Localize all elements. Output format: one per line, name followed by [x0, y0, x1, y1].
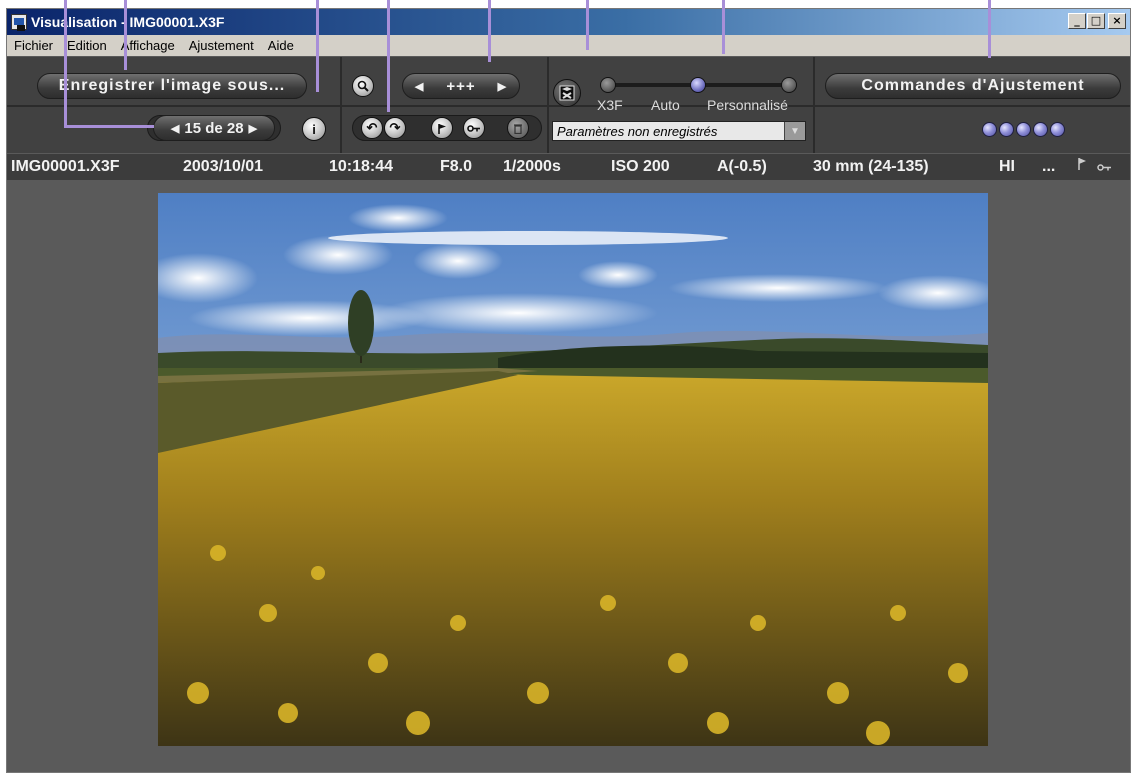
rating-dot[interactable]: [1016, 122, 1031, 137]
window-controls: _ □ ×: [1068, 13, 1126, 29]
zoom-control[interactable]: ◀ +++ ▶: [402, 73, 520, 99]
prev-image-icon[interactable]: ◀: [171, 122, 179, 135]
rating-dot[interactable]: [999, 122, 1014, 137]
adjustment-controls-button[interactable]: Commandes d'Ajustement: [825, 73, 1121, 99]
title-bar[interactable]: Visualisation - IMG00001.X3F _ □ ×: [7, 9, 1130, 35]
mode-slider-stop-x3f[interactable]: [600, 77, 616, 93]
info-time: 10:18:44: [329, 158, 394, 175]
info-focal-length: 30 mm (24-135): [813, 158, 929, 175]
menu-edition[interactable]: Edition: [60, 38, 114, 53]
menu-aide[interactable]: Aide: [261, 38, 301, 53]
chevron-down-icon[interactable]: ▼: [784, 122, 805, 140]
toolbar-divider: [547, 57, 549, 153]
mode-label-auto: Auto: [651, 97, 680, 113]
zoom-level: +++: [446, 77, 476, 95]
app-icon: [11, 14, 27, 31]
image-preview[interactable]: [158, 193, 988, 746]
close-button[interactable]: ×: [1108, 13, 1126, 29]
menu-ajustement[interactable]: Ajustement: [182, 38, 261, 53]
info-more[interactable]: ...: [1042, 158, 1055, 176]
flag-icon[interactable]: [431, 117, 453, 139]
info-aperture: F8.0: [440, 158, 473, 175]
zoom-in-icon[interactable]: ▶: [498, 80, 507, 93]
callout-line: [722, 0, 725, 54]
navigator-control: ◀ 15 de 28 ▶: [153, 115, 275, 141]
photo-sunflower-field: [158, 193, 988, 746]
info-iso: ISO 200: [611, 158, 670, 175]
info-filename: IMG00001.X3F: [11, 158, 120, 175]
callout-line: [64, 0, 67, 128]
callout-line: [124, 0, 127, 70]
flag-status-icon: [1077, 157, 1087, 176]
magnifier-icon[interactable]: [352, 75, 374, 97]
rating-dot[interactable]: [1033, 122, 1048, 137]
mode-label-personnalise: Personnalisé: [707, 97, 788, 113]
info-shutter: 1/2000s: [503, 158, 561, 175]
callout-line: [387, 0, 390, 112]
viewer-window: Visualisation - IMG00001.X3F _ □ × Fichi…: [6, 8, 1131, 773]
menu-fichier[interactable]: Fichier: [7, 38, 60, 53]
window-title: Visualisation - IMG00001.X3F: [31, 14, 225, 30]
key-status-icon: [1097, 159, 1112, 177]
menu-bar: Fichier Edition Affichage Ajustement Aid…: [7, 35, 1130, 56]
mode-slider-stop-personnalise[interactable]: [781, 77, 797, 93]
rotate-left-icon[interactable]: ↶: [361, 117, 383, 139]
toolbar: Enregistrer l'image sous... ◀ 15 de 28 ▶…: [7, 57, 1130, 153]
key-icon[interactable]: [463, 117, 485, 139]
callout-line: [64, 125, 154, 128]
mode-label-x3f: X3F: [597, 97, 623, 113]
callout-line: [586, 0, 589, 50]
mode-slider-knob[interactable]: [690, 77, 706, 93]
info-exposure: A(-0.5): [717, 158, 767, 175]
maximize-button[interactable]: □: [1087, 13, 1105, 29]
zoom-out-icon[interactable]: ◀: [415, 80, 424, 93]
callout-line: [316, 0, 319, 92]
rotate-right-icon[interactable]: ↷: [384, 117, 406, 139]
next-image-icon[interactable]: ▶: [249, 122, 257, 135]
info-icon[interactable]: i: [302, 117, 326, 141]
rating-dot[interactable]: [1050, 122, 1065, 137]
trash-icon[interactable]: [507, 117, 529, 139]
save-image-as-button[interactable]: Enregistrer l'image sous...: [37, 73, 307, 99]
toolbar-divider: [813, 57, 815, 153]
callout-line: [488, 0, 491, 62]
callout-line: [988, 0, 991, 58]
settings-dropdown-value: Paramètres non enregistrés: [557, 123, 718, 139]
image-info-bar: IMG00001.X3F 2003/10/01 10:18:44 F8.0 1/…: [7, 154, 1130, 180]
toolbar-divider: [340, 57, 342, 153]
minimize-button[interactable]: _: [1068, 13, 1086, 29]
info-date: 2003/10/01: [183, 158, 264, 175]
rating-dot[interactable]: [982, 122, 997, 137]
x3f-mode-icon[interactable]: [553, 79, 581, 107]
settings-dropdown[interactable]: Paramètres non enregistrés ▼: [552, 121, 806, 141]
image-counter: 15 de 28: [184, 119, 244, 137]
info-quality: HI: [999, 158, 1015, 175]
